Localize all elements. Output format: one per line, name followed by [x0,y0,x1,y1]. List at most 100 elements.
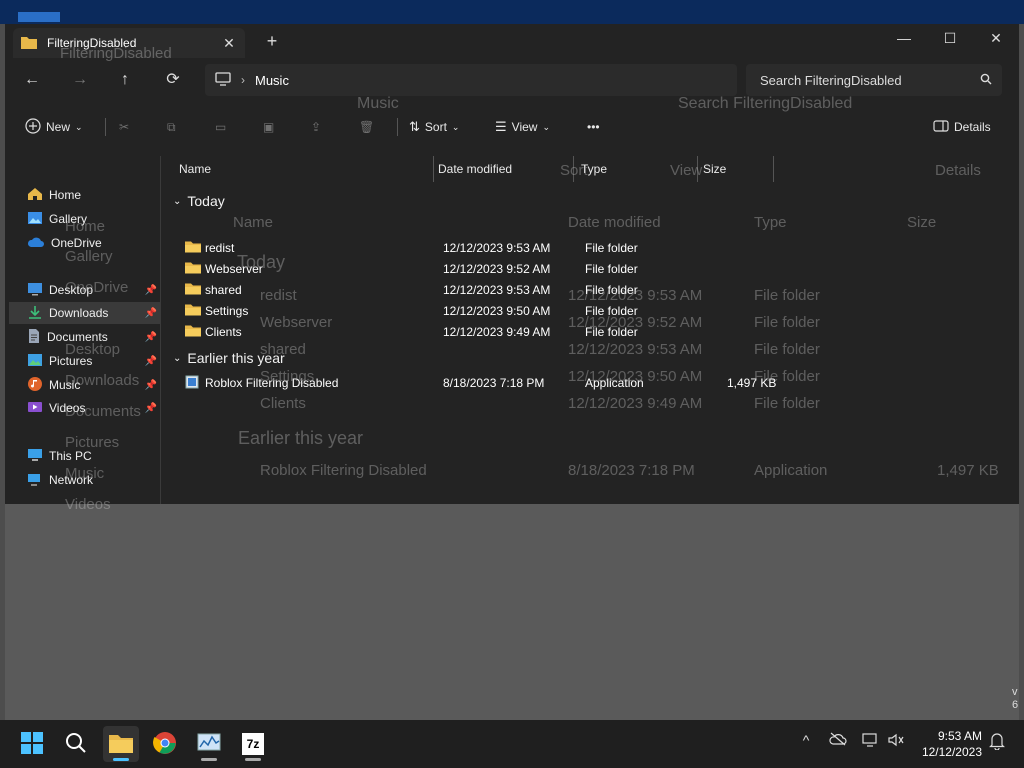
folder-icon [108,732,134,757]
column-divider [773,156,774,182]
cloud-icon [27,236,45,251]
column-header-size[interactable]: Size [703,156,726,182]
pin-icon: 📌 [144,284,157,296]
sidebar-item-label: This PC [49,449,92,463]
folder-icon [185,261,201,277]
sidebar-item-music[interactable]: Music 📌 [27,374,161,396]
address-bar[interactable]: › Music [205,64,737,96]
sidebar-item-label: Desktop [49,283,94,297]
7zip-taskbar-button[interactable]: 7z [235,726,271,762]
pin-icon: 📌 [144,355,157,367]
sidebar-item-documents[interactable]: Documents 📌 [27,326,161,348]
search-placeholder: Search FilteringDisabled [760,72,902,88]
windows-logo-icon [20,731,44,758]
performance-monitor-taskbar-button[interactable] [191,726,227,762]
gallery-icon [27,211,43,228]
back-button[interactable]: ← [17,66,47,94]
show-hidden-icons-button[interactable]: ^ [794,732,818,756]
table-row[interactable]: Settings 12/12/2023 9:50 AM File folder [177,301,1017,322]
refresh-button[interactable]: ⟳ [158,66,188,94]
sidebar-item-videos[interactable]: Videos 📌 [27,397,161,419]
desktop-background [0,0,1024,24]
column-header-type[interactable]: Type [581,156,607,182]
copy-button[interactable]: ⧉ [167,116,176,138]
sidebar-item-desktop[interactable]: Desktop 📌 [27,279,161,301]
network-icon[interactable] [858,732,882,756]
cell-type: File folder [585,283,638,297]
close-button[interactable]: ✕ [973,24,1019,54]
monitor-icon [215,71,231,89]
tab-title: FilteringDisabled [47,36,137,50]
column-header-date[interactable]: Date modified [438,156,512,182]
view-button[interactable]: ☰ View ⌄ [495,116,550,138]
more-options-button[interactable]: ••• [587,116,600,138]
rename-button[interactable]: ▣ [263,116,274,138]
chrome-taskbar-button[interactable] [147,726,183,762]
sidebar-item-pictures[interactable]: Pictures 📌 [27,350,161,372]
share-icon: ⇪ [311,120,322,134]
network-icon [27,472,43,489]
sort-button[interactable]: ⇅ Sort ⌄ [409,116,459,138]
group-header-earlier[interactable]: ⌄ Earlier this year [173,347,285,369]
up-button[interactable]: ↑ [110,66,140,94]
details-pane-button[interactable]: Details [933,116,991,138]
group-header-today[interactable]: ⌄ Today [173,190,225,212]
rename-icon: ▣ [263,120,275,134]
table-row[interactable]: shared 12/12/2023 9:53 AM File folder [177,280,1017,301]
copy-icon: ⧉ [167,119,176,134]
table-row[interactable]: Roblox Filtering Disabled 8/18/2023 7:18 … [177,373,1017,394]
sidebar-item-this-pc[interactable]: This PC [27,445,161,467]
forward-button[interactable]: → [65,66,95,94]
minimize-button[interactable]: — [881,24,927,54]
maximize-button[interactable]: ☐ [927,24,973,54]
search-input[interactable]: Search FilteringDisabled [746,64,1002,96]
monitor-chart-icon [197,733,221,756]
sidebar-item-gallery[interactable]: Gallery [27,208,161,230]
volume-muted-icon[interactable] [884,732,908,756]
cell-type: File folder [585,262,638,276]
sidebar-item-label: Gallery [49,212,88,226]
pin-icon: 📌 [144,402,157,414]
sidebar-item-downloads[interactable]: Downloads 📌 [9,302,161,324]
cell-name: Settings [205,304,249,318]
group-label: Today [187,193,225,209]
sidebar-item-label: Pictures [49,354,93,368]
breadcrumb-music[interactable]: Music [255,73,289,88]
sidebar-item-onedrive[interactable]: OneDrive [27,232,161,254]
system-clock[interactable]: 9:53 AM 12/12/2023 [912,728,982,760]
music-icon [27,376,43,395]
corner-line2: 6 [1012,699,1019,711]
plus-circle-icon [25,117,41,137]
tab-close-icon[interactable]: ✕ [221,35,237,52]
notification-bell-icon[interactable] [985,732,1009,756]
sidebar-item-network[interactable]: Network [27,469,161,491]
no-cloud-icon[interactable] [826,732,850,756]
chevron-down-icon: ⌄ [173,352,182,364]
command-bar: New ⌄ ✂ ⧉ ▭ ▣ ⇪ 🗑 ⇅ Sort ⌄ ☰ View ⌄ ••• … [5,110,1019,144]
file-explorer-taskbar-button[interactable] [103,726,139,762]
picture-icon [27,353,43,370]
delete-button[interactable]: 🗑 [359,116,374,138]
table-row[interactable]: Clients 12/12/2023 9:49 AM File folder [177,322,1017,343]
start-button[interactable] [14,726,50,762]
paste-button[interactable]: ▭ [215,116,226,138]
file-list: Name Date modified Type Size ⌄ Today red… [167,156,1019,536]
divider [105,118,106,136]
tab-filteringdisabled[interactable]: FilteringDisabled ✕ [13,28,245,58]
column-header-name[interactable]: Name [179,156,211,182]
table-row[interactable]: redist 12/12/2023 9:53 AM File folder [177,238,1017,259]
sidebar-item-home[interactable]: Home [27,184,161,206]
cell-date: 12/12/2023 9:50 AM [443,304,551,318]
running-indicator [245,758,261,761]
computer-icon [27,448,43,465]
share-button[interactable]: ⇪ [311,116,321,138]
chevron-down-icon: ⌄ [542,121,550,132]
title-bar: FilteringDisabled ✕ + — ☐ ✕ [5,24,1019,60]
cut-button[interactable]: ✂ [119,116,129,138]
new-button[interactable]: New ⌄ [25,116,83,138]
table-row[interactable]: Webserver 12/12/2023 9:52 AM File folder [177,259,1017,280]
folder-icon [185,282,201,298]
new-tab-button[interactable]: + [261,30,283,52]
search-taskbar-button[interactable] [58,726,94,762]
sidebar-item-label: OneDrive [51,236,102,250]
